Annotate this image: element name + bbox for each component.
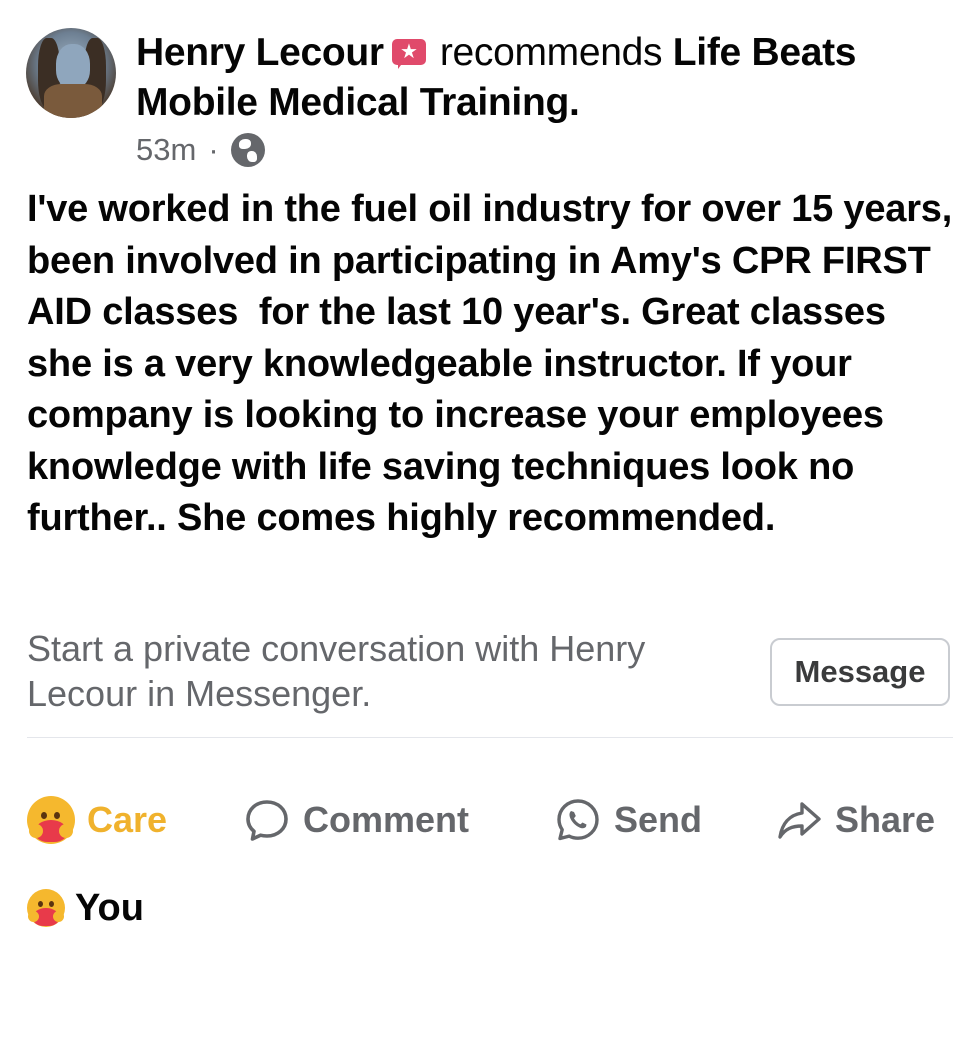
share-icon bbox=[778, 802, 821, 839]
share-label: Share bbox=[835, 799, 936, 840]
comment-button[interactable]: Comment bbox=[243, 790, 469, 850]
message-button[interactable]: Message bbox=[770, 638, 950, 706]
share-button[interactable]: Share bbox=[775, 790, 935, 850]
reaction-summary[interactable]: You bbox=[27, 884, 144, 932]
title-period: . bbox=[569, 81, 580, 124]
reactor-name: You bbox=[75, 886, 144, 929]
recommendation-badge-icon: ★ bbox=[391, 39, 426, 69]
meta-separator: · bbox=[208, 132, 219, 167]
care-label: Care bbox=[87, 799, 168, 840]
send-button[interactable]: Send bbox=[554, 790, 702, 850]
whatsapp-icon bbox=[557, 799, 599, 841]
comment-label: Comment bbox=[303, 799, 470, 840]
post-body-text: I've worked in the fuel oil industry for… bbox=[27, 188, 963, 539]
timestamp[interactable]: 53m bbox=[136, 132, 196, 168]
messenger-prompt: Start a private conversation with Henry … bbox=[27, 628, 646, 714]
author-avatar[interactable] bbox=[26, 28, 116, 118]
action-bar: Care Comment Send Share bbox=[27, 790, 953, 850]
care-reaction-icon bbox=[27, 796, 75, 844]
divider bbox=[27, 737, 953, 738]
action-text: recommends bbox=[439, 31, 663, 74]
globe-icon[interactable] bbox=[230, 133, 265, 167]
author-name[interactable]: Henry Lecour bbox=[136, 31, 384, 74]
comment-icon bbox=[246, 800, 288, 841]
post-meta: 53m · bbox=[136, 132, 265, 168]
care-button[interactable]: Care bbox=[27, 790, 167, 850]
post-title: Henry Lecour ★ recommends Life Beats Mobil… bbox=[136, 28, 966, 128]
send-label: Send bbox=[614, 799, 703, 840]
care-reaction-icon bbox=[27, 889, 65, 927]
